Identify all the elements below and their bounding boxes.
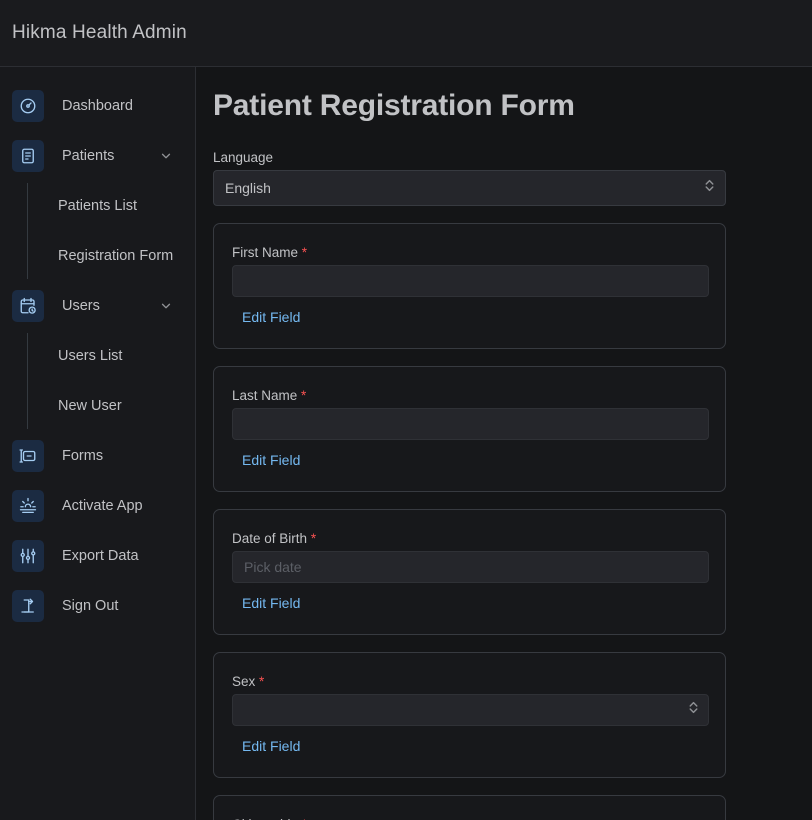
field-card-citizenship: Citizenship * Edit Field: [213, 795, 726, 820]
gauge-icon: [12, 90, 44, 122]
field-label: First Name *: [232, 245, 308, 260]
edit-field-link[interactable]: Edit Field: [242, 595, 300, 611]
sidebar-subitem-label: Registration Form: [58, 248, 174, 264]
logout-door-icon: [12, 590, 44, 622]
sidebar-subgroup-patients: Patients List Registration Form: [0, 181, 195, 281]
top-header: Hikma Health Admin: [0, 0, 812, 67]
app-root: Hikma Health Admin Dashboard Patients Pa…: [0, 0, 812, 820]
sidebar-item-new-user[interactable]: New User: [27, 381, 195, 431]
sidebar-item-registration-form[interactable]: Registration Form: [27, 231, 195, 281]
field-card-sex: Sex * Edit Field: [213, 652, 726, 778]
language-select-value: English: [225, 180, 271, 196]
language-select-wrap: English: [213, 170, 726, 206]
sidebar-item-forms[interactable]: Forms: [0, 431, 195, 481]
language-block: Language English: [213, 150, 726, 206]
sidebar-item-label: Users: [62, 298, 100, 314]
edit-field-link[interactable]: Edit Field: [242, 738, 300, 754]
sunrise-icon: [12, 490, 44, 522]
required-marker: *: [301, 245, 308, 260]
sidebar-item-label: Dashboard: [62, 98, 133, 114]
sidebar-item-patients-list[interactable]: Patients List: [27, 181, 195, 231]
language-select[interactable]: English: [213, 170, 726, 206]
field-label: Last Name *: [232, 388, 307, 403]
sidebar-subgroup-users: Users List New User: [0, 331, 195, 431]
sidebar-item-users[interactable]: Users: [0, 281, 195, 331]
sidebar-item-label: Forms: [62, 448, 104, 464]
field-label: Date of Birth *: [232, 531, 317, 546]
required-marker: *: [310, 531, 317, 546]
field-label: Sex *: [232, 674, 265, 689]
field-card-date-of-birth: Date of Birth * Edit Field: [213, 509, 726, 635]
required-marker: *: [301, 388, 307, 403]
sliders-icon: [12, 540, 44, 572]
date-of-birth-input[interactable]: [232, 551, 709, 583]
sidebar-item-sign-out[interactable]: Sign Out: [0, 581, 195, 631]
sidebar-subitem-label: Users List: [58, 348, 123, 364]
sidebar: Dashboard Patients Patients List Registr…: [0, 67, 196, 820]
language-label: Language: [213, 150, 274, 165]
edit-field-link[interactable]: Edit Field: [242, 452, 300, 468]
required-marker: *: [259, 674, 265, 689]
form-input-icon: [12, 440, 44, 472]
sidebar-subitem-label: New User: [58, 398, 122, 414]
sidebar-item-label: Sign Out: [62, 598, 119, 614]
sidebar-subitem-label: Patients List: [58, 198, 137, 214]
first-name-input[interactable]: [232, 265, 709, 297]
sidebar-item-export-data[interactable]: Export Data: [0, 531, 195, 581]
clipboard-list-icon: [12, 140, 44, 172]
sidebar-item-label: Patients: [62, 148, 115, 164]
chevron-down-icon[interactable]: [159, 299, 173, 313]
sidebar-item-users-list[interactable]: Users List: [27, 331, 195, 381]
app-title: Hikma Health Admin: [12, 22, 187, 43]
main-content: Patient Registration Form Language Engli…: [196, 67, 812, 820]
sidebar-item-activate-app[interactable]: Activate App: [0, 481, 195, 531]
last-name-input[interactable]: [232, 408, 709, 440]
page-title: Patient Registration Form: [213, 89, 575, 122]
calendar-clock-icon: [12, 290, 44, 322]
sidebar-item-patients[interactable]: Patients: [0, 131, 195, 181]
sidebar-item-label: Activate App: [62, 498, 143, 514]
sidebar-item-label: Export Data: [62, 548, 139, 564]
edit-field-link[interactable]: Edit Field: [242, 309, 300, 325]
chevron-down-icon[interactable]: [159, 149, 173, 163]
sidebar-item-dashboard[interactable]: Dashboard: [0, 81, 195, 131]
sex-select-wrap: [232, 694, 709, 726]
field-card-last-name: Last Name * Edit Field: [213, 366, 726, 492]
sex-select[interactable]: [232, 694, 709, 726]
field-card-first-name: First Name * Edit Field: [213, 223, 726, 349]
